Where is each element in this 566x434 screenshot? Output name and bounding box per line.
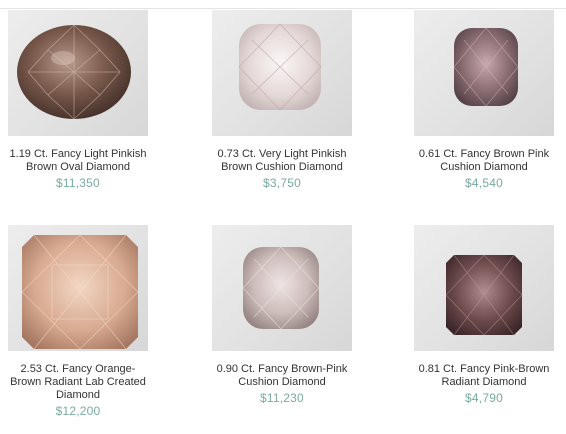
cushion-diamond-image[interactable] [414, 10, 554, 136]
product-title[interactable]: 1.19 Ct. Fancy Light Pinkish Brown Oval … [8, 148, 148, 174]
product-title[interactable]: 2.53 Ct. Fancy Orange-Brown Radiant Lab … [8, 363, 148, 402]
product-price: $12,200 [55, 404, 101, 418]
header-divider [0, 8, 566, 9]
product-card[interactable]: 2.53 Ct. Fancy Orange-Brown Radiant Lab … [8, 225, 148, 418]
product-card[interactable]: 0.61 Ct. Fancy Brown Pink Cushion Diamon… [414, 10, 554, 190]
cushion-diamond-image[interactable] [212, 225, 352, 351]
product-title[interactable]: 0.73 Ct. Very Light Pinkish Brown Cushio… [212, 148, 352, 174]
cushion-diamond-image[interactable] [212, 10, 352, 136]
product-card[interactable]: 0.90 Ct. Fancy Brown-Pink Cushion Diamon… [212, 225, 352, 405]
oval-diamond-image[interactable] [8, 10, 148, 136]
radiant-diamond-image[interactable] [8, 225, 148, 351]
product-title[interactable]: 0.61 Ct. Fancy Brown Pink Cushion Diamon… [414, 148, 554, 174]
product-card[interactable]: 1.19 Ct. Fancy Light Pinkish Brown Oval … [8, 10, 148, 190]
product-price: $4,790 [465, 391, 503, 405]
product-price: $11,350 [56, 176, 100, 190]
radiant-diamond-image[interactable] [414, 225, 554, 351]
product-price: $11,230 [260, 391, 304, 405]
product-title[interactable]: 0.90 Ct. Fancy Brown-Pink Cushion Diamon… [212, 363, 352, 389]
product-price: $4,540 [465, 176, 503, 190]
product-price: $3,750 [263, 176, 301, 190]
product-card[interactable]: 0.81 Ct. Fancy Pink-Brown Radiant Diamon… [414, 225, 554, 405]
product-title[interactable]: 0.81 Ct. Fancy Pink-Brown Radiant Diamon… [414, 363, 554, 389]
product-card[interactable]: 0.73 Ct. Very Light Pinkish Brown Cushio… [212, 10, 352, 190]
